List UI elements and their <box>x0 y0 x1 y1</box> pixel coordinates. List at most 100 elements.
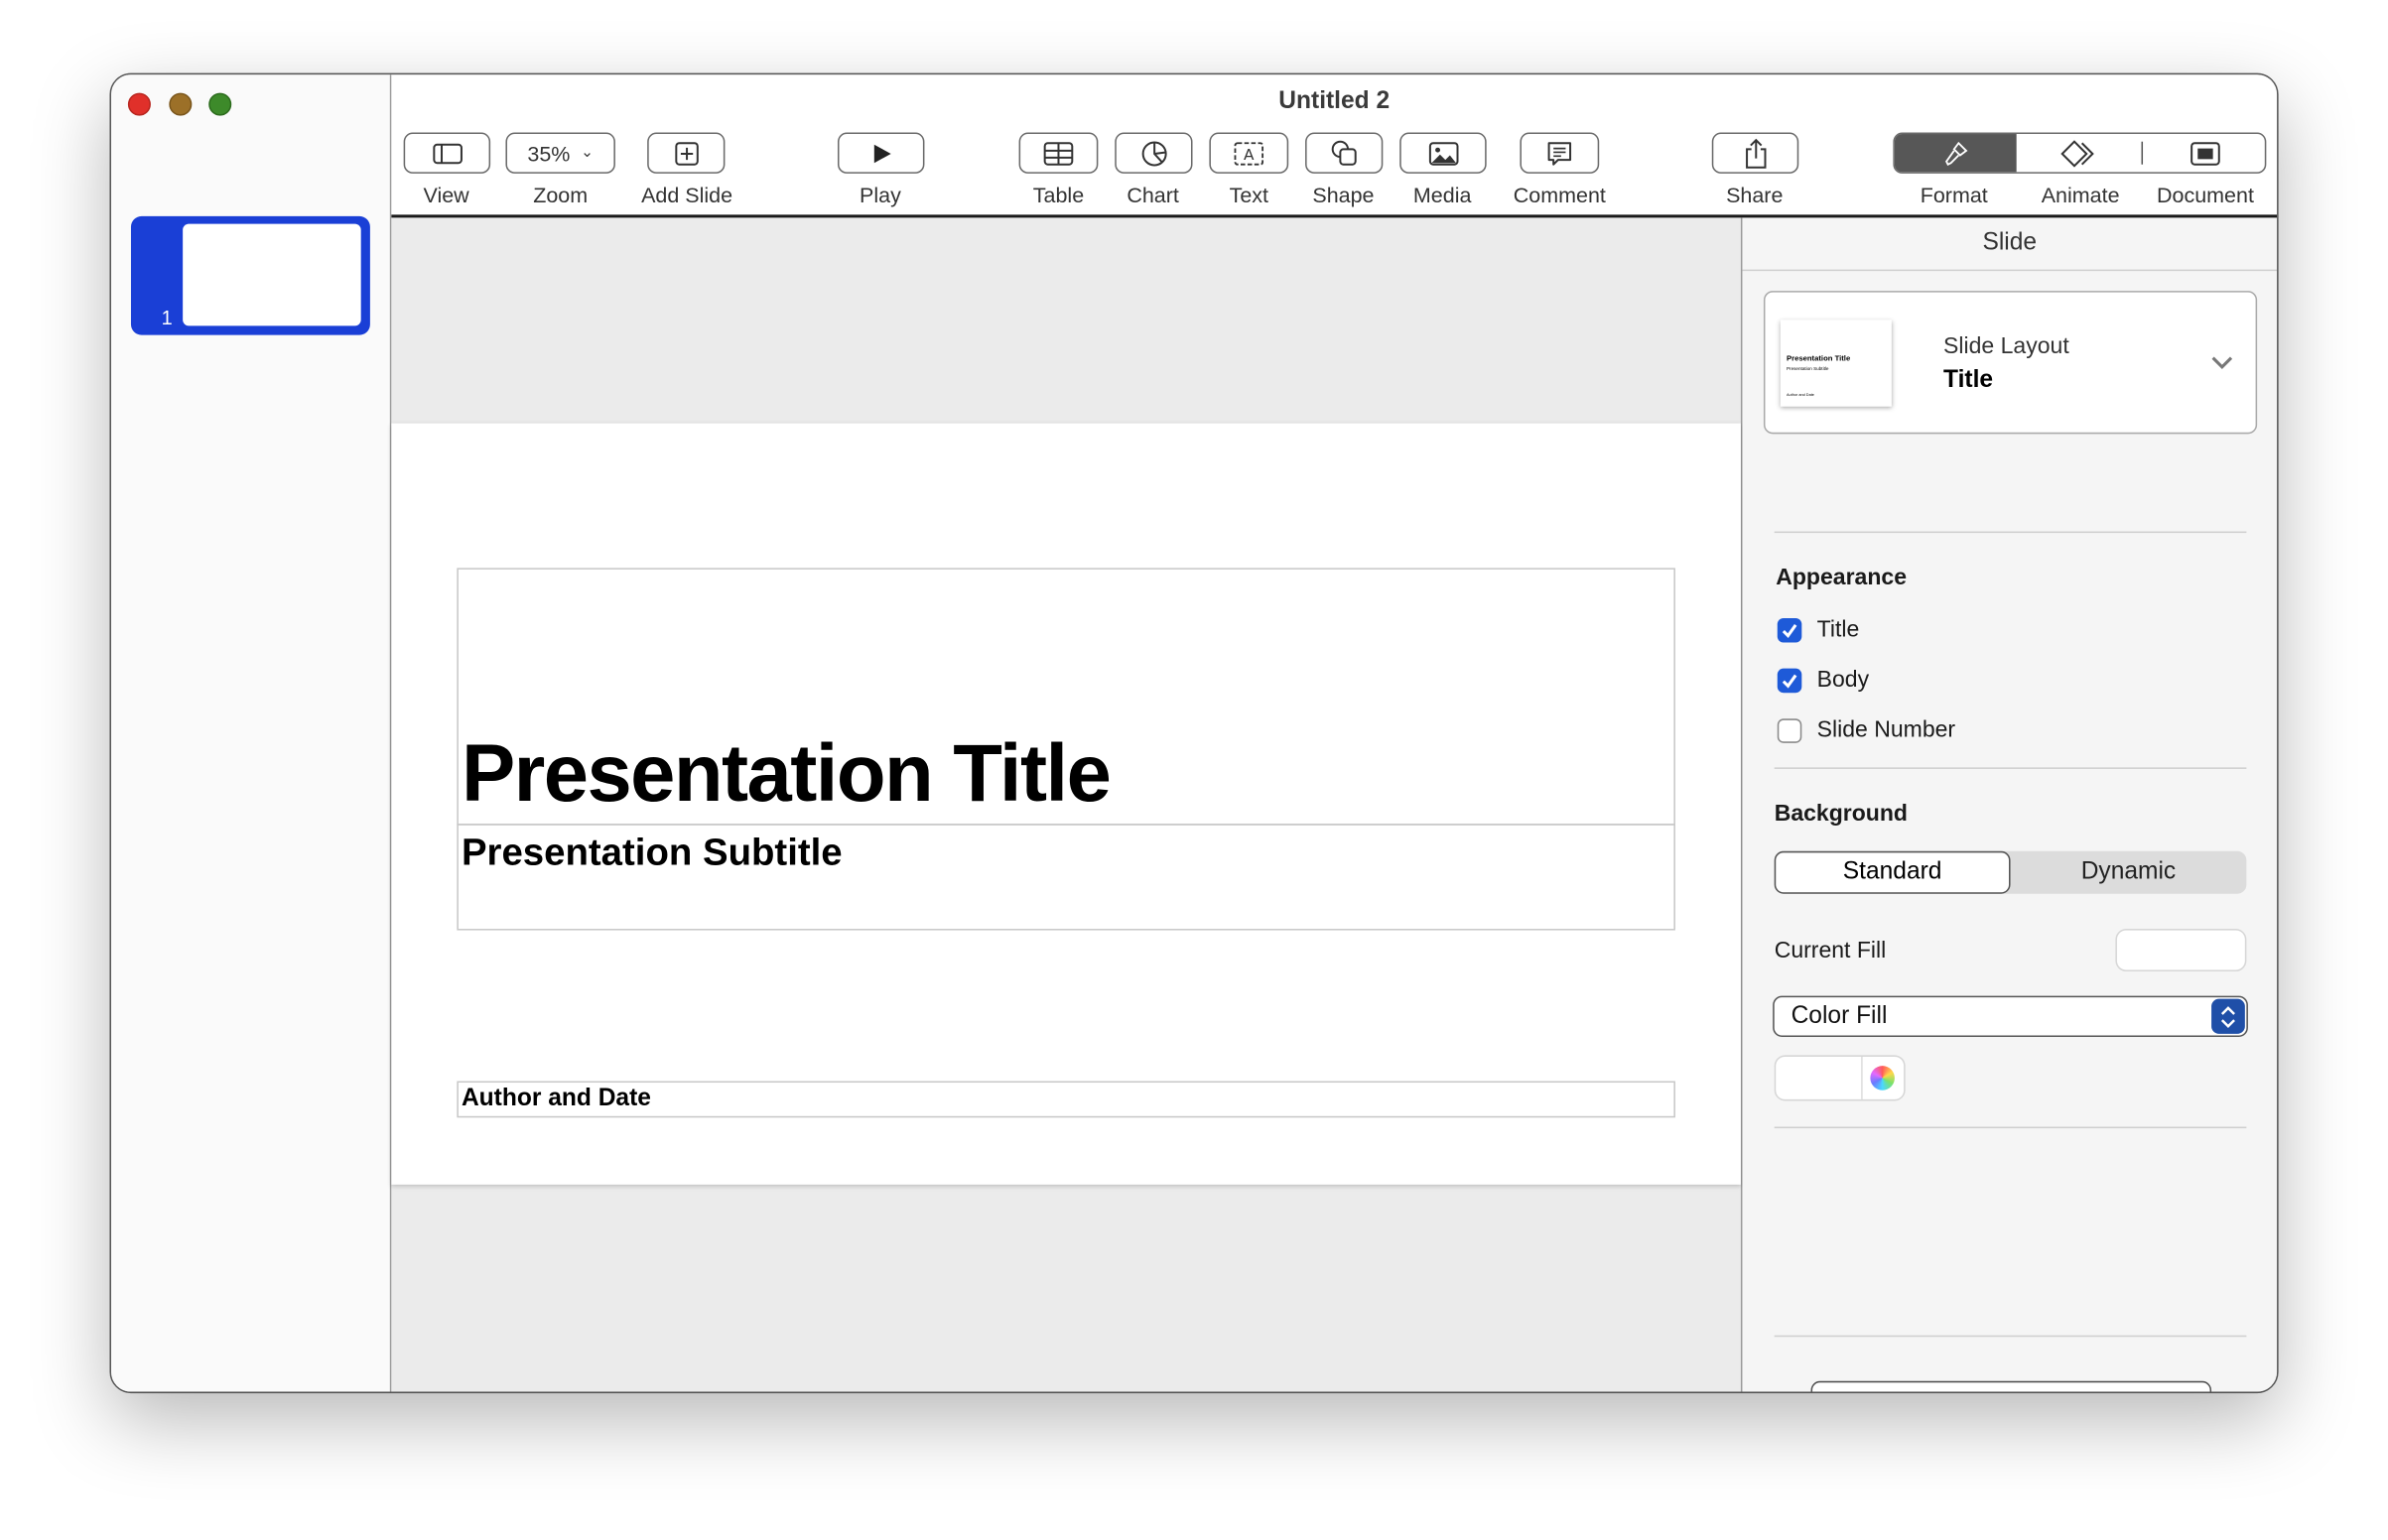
table-icon <box>1043 141 1074 165</box>
app-window: 1 Untitled 2 View 35% ⌄ Zoom Add Slide P… <box>109 72 2279 1394</box>
checkbox[interactable] <box>1777 617 1802 642</box>
view-label: View <box>423 183 469 207</box>
table-button[interactable] <box>1018 132 1099 174</box>
zoom-label: Zoom <box>533 183 589 207</box>
text-label: Text <box>1229 183 1268 207</box>
divider <box>1774 531 2247 534</box>
thumb-title: Presentation Title <box>1786 354 1851 364</box>
current-fill-label: Current Fill <box>1774 938 1887 964</box>
zoom-dropdown[interactable]: 35% ⌄ <box>505 132 615 174</box>
background-heading: Background <box>1774 801 1908 828</box>
view-button[interactable] <box>403 132 491 174</box>
animate-tab[interactable] <box>2020 134 2142 172</box>
slide[interactable]: Presentation Title Presentation Subtitle… <box>391 423 1741 1185</box>
checkbox-label: Body <box>1816 667 1870 694</box>
checkbox[interactable] <box>1777 667 1802 693</box>
slide-canvas: Presentation Title Presentation Subtitle… <box>391 217 1743 1392</box>
dynamic-segment[interactable]: Dynamic <box>2011 851 2247 894</box>
paintbrush-icon <box>1945 141 1968 166</box>
chevron-down-icon <box>2211 356 2233 369</box>
play-button[interactable] <box>837 132 925 174</box>
subtitle-placeholder[interactable]: Presentation Subtitle <box>457 824 1675 931</box>
text-button[interactable]: A <box>1209 132 1289 174</box>
add-slide-button[interactable] <box>647 132 726 174</box>
appearance-heading: Appearance <box>1776 565 1908 591</box>
slide-thumbnail-preview <box>183 223 361 326</box>
thumb-author: Author and Date <box>1786 392 1814 398</box>
fill-type-popup[interactable]: Color Fill <box>1773 995 2248 1037</box>
slide-subtitle: Presentation Subtitle <box>461 831 843 874</box>
layout-value: Title <box>1943 366 1994 393</box>
checkmark-icon <box>1782 623 1797 638</box>
share-icon <box>1745 137 1766 169</box>
thumb-subtitle: Presentation Subtitle <box>1786 365 1829 372</box>
comment-label: Comment <box>1513 183 1606 207</box>
document-label: Document <box>2156 183 2254 207</box>
text-box-icon: A <box>1234 141 1264 165</box>
current-fill-swatch[interactable] <box>2116 930 2245 970</box>
standard-segment[interactable]: Standard <box>1774 850 2011 894</box>
slide-layout-picker[interactable]: Presentation Title Presentation Subtitle… <box>1763 291 2258 435</box>
checkbox[interactable] <box>1777 717 1802 743</box>
header-divider <box>1742 269 2278 272</box>
pie-chart-icon <box>1140 140 1166 166</box>
document-tab[interactable] <box>2145 134 2265 172</box>
zoom-button[interactable] <box>208 92 232 116</box>
media-label: Media <box>1412 183 1472 207</box>
divider <box>1774 767 2247 769</box>
appearance-option-body[interactable]: Body <box>1777 667 1870 694</box>
slide-number: 1 <box>161 306 173 329</box>
chart-button[interactable] <box>1115 132 1193 174</box>
share-label: Share <box>1726 183 1784 207</box>
color-wheel-icon[interactable] <box>1870 1066 1895 1091</box>
sidebar-icon <box>432 143 463 164</box>
slide-navigator: 1 <box>111 74 392 1392</box>
checkmark-icon <box>1782 673 1797 688</box>
edit-slide-layout-button[interactable]: Edit Slide Layout <box>1810 1380 2212 1392</box>
zoom-value: 35% <box>527 140 571 166</box>
layout-label: Slide Layout <box>1943 333 2069 360</box>
add-slide-label: Add Slide <box>641 183 733 207</box>
slide-title: Presentation Title <box>461 729 1112 820</box>
svg-text:A: A <box>1244 145 1255 163</box>
inspector-segmented-control <box>1893 132 2267 174</box>
format-tab[interactable] <box>1894 134 2017 173</box>
inspector-panel: Slide Presentation Title Presentation Su… <box>1742 217 2278 1392</box>
slide-thumbnail-1[interactable]: 1 <box>130 215 370 335</box>
play-label: Play <box>860 183 901 207</box>
chart-label: Chart <box>1127 183 1179 207</box>
minimize-button[interactable] <box>169 92 193 116</box>
window-title: Untitled 2 <box>1278 88 1391 115</box>
play-icon <box>873 144 890 163</box>
toolbar: Untitled 2 View 35% ⌄ Zoom Add Slide Pla… <box>391 74 2278 218</box>
appearance-option-title[interactable]: Title <box>1777 616 1860 643</box>
inspector-header: Slide <box>1982 229 2038 256</box>
share-button[interactable] <box>1711 132 1799 174</box>
divider <box>1774 1126 2247 1129</box>
format-label: Format <box>1920 183 1988 207</box>
segment-divider <box>2141 141 2144 165</box>
fill-type-value: Color Fill <box>1791 1003 1888 1030</box>
checkbox-label: Title <box>1816 616 1860 643</box>
appearance-option-slide-number[interactable]: Slide Number <box>1777 716 1956 743</box>
up-down-chevron-icon <box>2211 998 2245 1034</box>
shape-label: Shape <box>1312 183 1375 207</box>
checkbox-label: Slide Number <box>1816 716 1956 743</box>
plus-square-icon <box>674 141 699 165</box>
document-icon <box>2190 141 2220 165</box>
shape-button[interactable] <box>1305 132 1384 174</box>
background-segmented-control: Standard Dynamic <box>1774 850 2247 894</box>
media-button[interactable] <box>1399 132 1487 174</box>
table-label: Table <box>1032 183 1085 207</box>
divider <box>1774 1335 2247 1338</box>
color-well[interactable] <box>1776 1056 1905 1099</box>
title-placeholder[interactable]: Presentation Title <box>457 568 1675 826</box>
layout-thumbnail: Presentation Title Presentation Subtitle… <box>1780 320 1892 407</box>
shape-icon <box>1330 139 1356 165</box>
comment-icon <box>1547 141 1572 165</box>
animate-diamond-icon <box>2060 139 2094 167</box>
comment-button[interactable] <box>1520 132 1600 174</box>
author-placeholder[interactable]: Author and Date <box>457 1081 1675 1118</box>
chevron-down-icon: ⌄ <box>581 144 594 162</box>
close-button[interactable] <box>127 92 151 116</box>
